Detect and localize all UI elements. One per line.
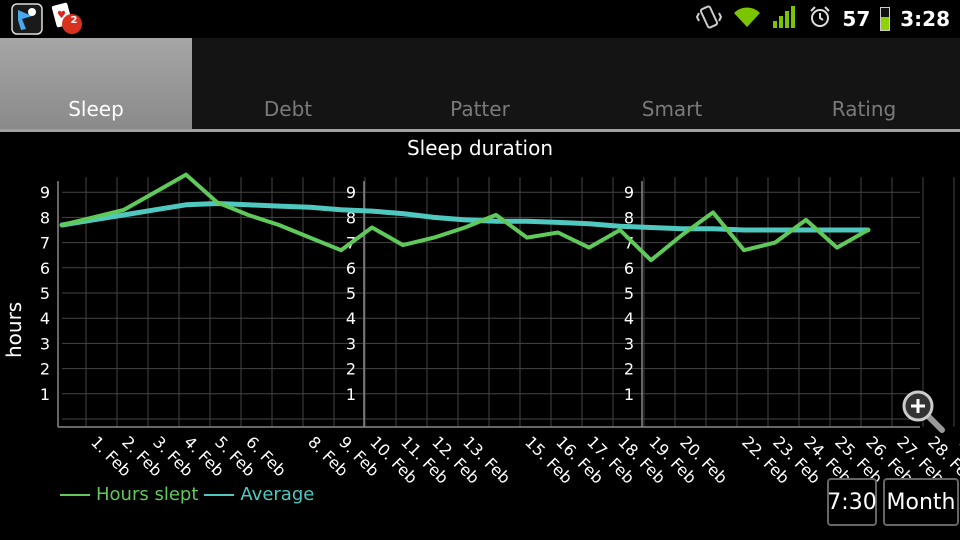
y-tick-label: 1 xyxy=(40,385,50,404)
zoom-in-icon[interactable] xyxy=(900,388,946,434)
y-tick-label: 1 xyxy=(624,385,634,404)
period-button[interactable]: Month xyxy=(883,478,959,526)
y-tick-label: 6 xyxy=(40,259,50,278)
y-tick-label: 6 xyxy=(346,259,356,278)
y-tick-label: 2 xyxy=(624,360,634,379)
y-tick-label: 3 xyxy=(346,334,356,353)
sleep-chart[interactable]: 1234567891234567891234567891. Feb2. Feb3… xyxy=(0,0,960,540)
y-tick-label: 4 xyxy=(40,309,50,328)
legend-item-average: Average xyxy=(204,484,314,505)
y-tick-label: 5 xyxy=(346,284,356,303)
legend-swatch xyxy=(204,493,235,496)
y-tick-label: 6 xyxy=(624,259,634,278)
chart-legend: Hours slept Average xyxy=(60,484,314,505)
y-tick-label: 9 xyxy=(40,183,50,202)
y-tick-label: 4 xyxy=(346,309,356,328)
legend-label: Hours slept xyxy=(96,484,199,505)
y-tick-label: 3 xyxy=(40,334,50,353)
y-tick-label: 2 xyxy=(346,360,356,379)
y-tick-label: 5 xyxy=(624,284,634,303)
y-tick-label: 9 xyxy=(624,183,634,202)
y-tick-label: 8 xyxy=(40,208,50,227)
y-tick-label: 9 xyxy=(346,183,356,202)
y-tick-label: 4 xyxy=(624,309,634,328)
y-tick-label: 5 xyxy=(40,284,50,303)
legend-swatch xyxy=(60,493,90,496)
y-tick-label: 2 xyxy=(40,360,50,379)
legend-label: Average xyxy=(240,484,315,505)
bedtime-button[interactable]: 7:30 xyxy=(827,478,877,526)
y-tick-label: 3 xyxy=(624,334,634,353)
legend-item-hours-slept: Hours slept xyxy=(60,484,198,505)
y-tick-label: 7 xyxy=(40,234,50,253)
y-tick-label: 1 xyxy=(346,385,356,404)
